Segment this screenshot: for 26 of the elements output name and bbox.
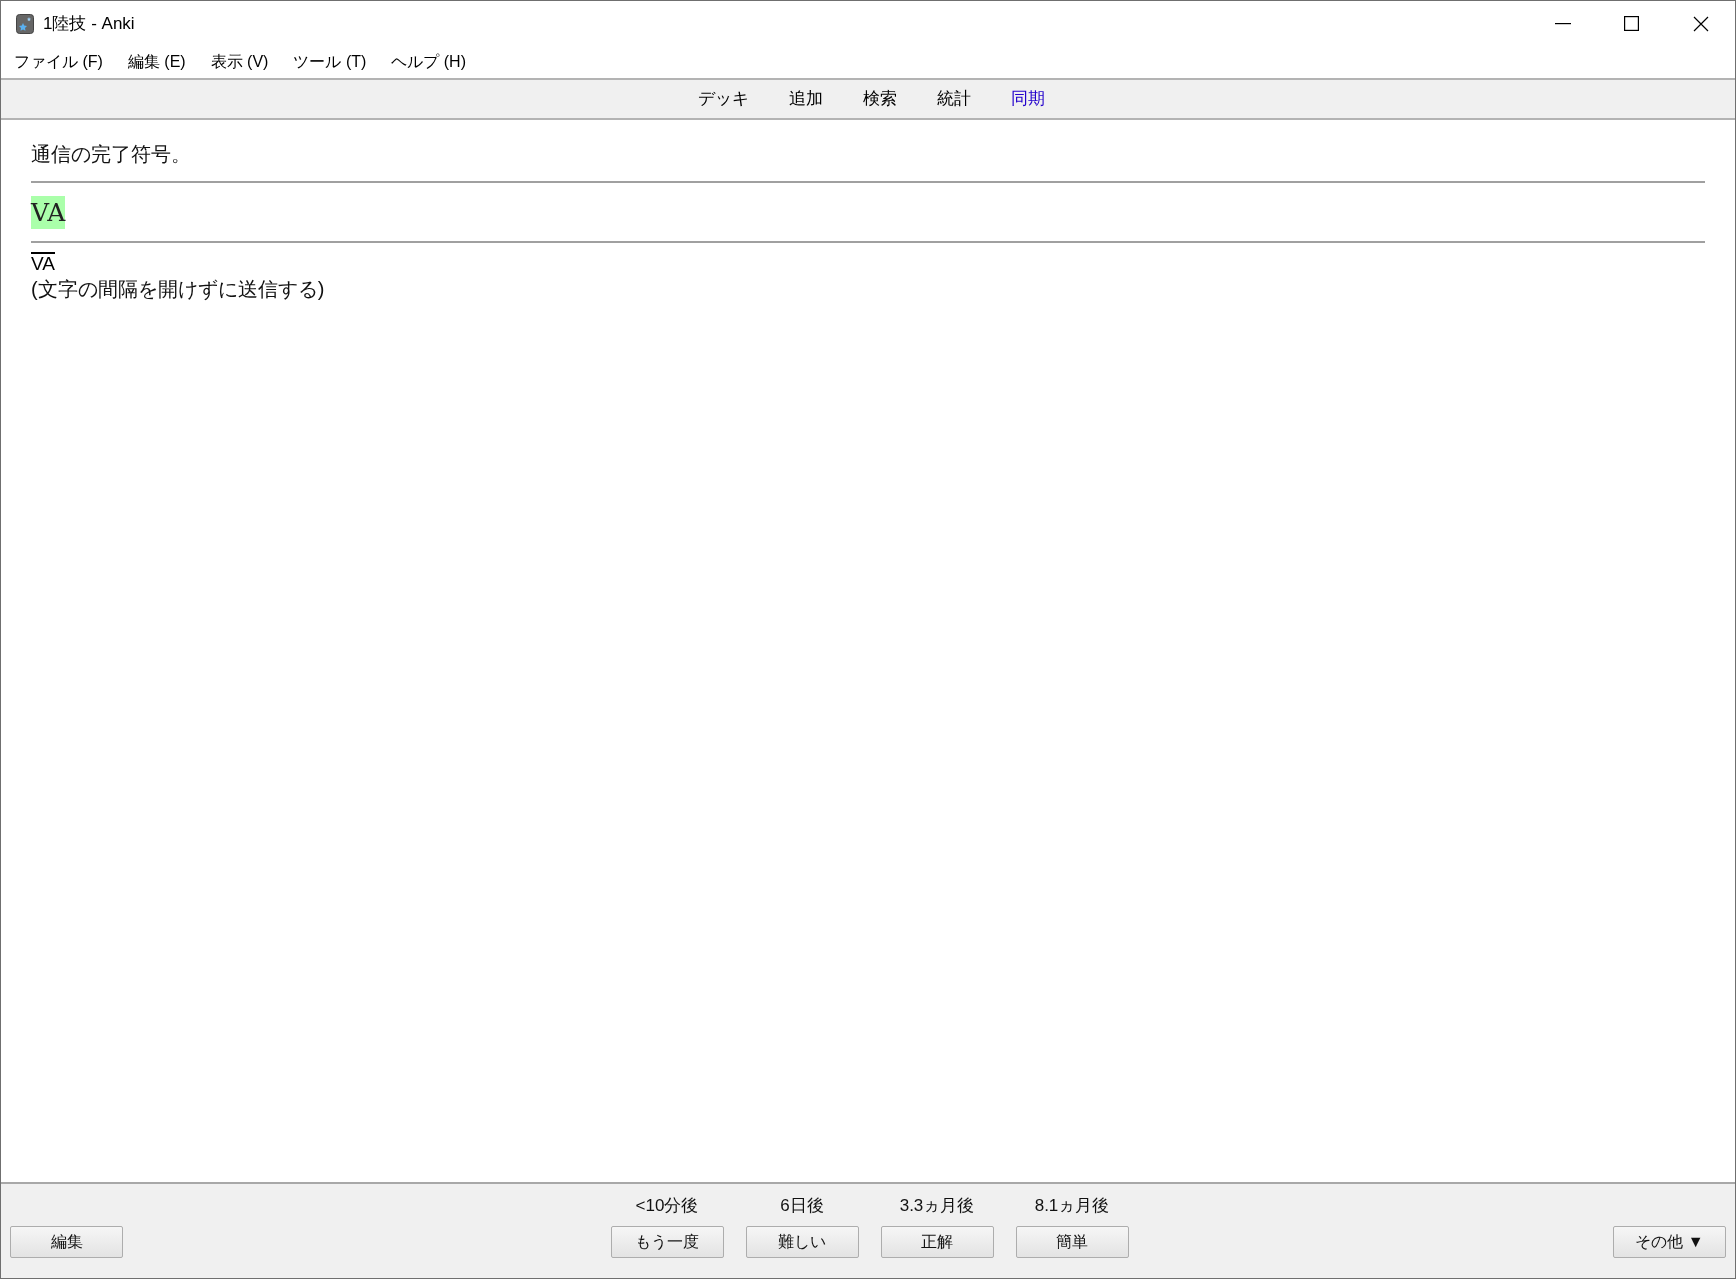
morse-code-text: VA	[31, 252, 55, 274]
question-text: 通信の完了符号。	[31, 142, 192, 167]
more-button[interactable]: その他 ▼	[1613, 1226, 1726, 1258]
toolbar-link[interactable]: 同期	[1010, 86, 1045, 112]
menu-item[interactable]: ヘルプ (H)	[382, 50, 475, 74]
menu-item[interactable]: 表示 (V)	[201, 50, 278, 74]
window-title: 1陸技 - Anki	[43, 12, 135, 35]
menu-item[interactable]: ツール (T)	[284, 50, 376, 74]
answer-text: VA	[31, 196, 66, 229]
answer-button[interactable]: 正解	[880, 1226, 994, 1258]
toolbar-link[interactable]: デッキ	[697, 86, 749, 112]
interval-label: <10分後	[635, 1194, 699, 1217]
interval-label: 8.1ヵ月後	[1034, 1194, 1110, 1217]
app-logo-icon	[16, 13, 34, 34]
toolbar-link[interactable]: 追加	[788, 86, 823, 112]
answer-button[interactable]: もう一度	[610, 1226, 724, 1258]
answer-button[interactable]: 難しい	[745, 1226, 859, 1258]
toolbar-link[interactable]: 統計	[936, 86, 971, 112]
note-text: (文字の間隔を開けずに送信する)	[31, 277, 326, 302]
edit-button[interactable]: 編集	[10, 1226, 123, 1258]
toolbar-link[interactable]: 検索	[862, 86, 897, 112]
interval-label: 6日後	[780, 1194, 824, 1217]
interval-label: 3.3ヵ月後	[899, 1194, 975, 1217]
answer-button[interactable]: 簡単	[1015, 1226, 1129, 1258]
menu-item[interactable]: 編集 (E)	[118, 50, 195, 74]
menu-item[interactable]: ファイル (F)	[5, 50, 112, 74]
